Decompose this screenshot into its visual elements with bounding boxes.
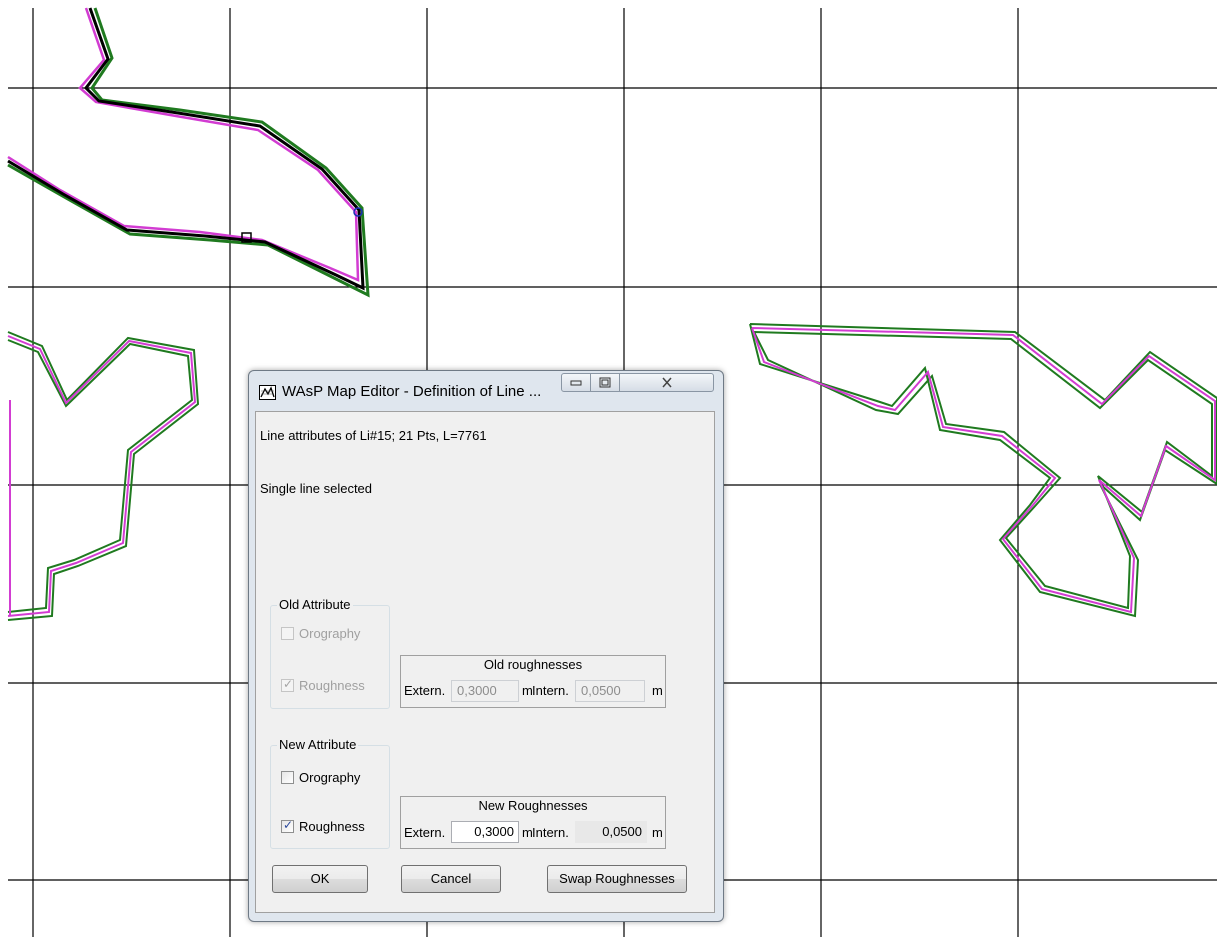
checkmark-icon: ✓ <box>283 677 294 691</box>
old-intern-field: 0,0500 <box>575 680 645 702</box>
new-orography-label: Orography <box>299 770 361 785</box>
maximize-button[interactable] <box>590 373 620 392</box>
close-button[interactable] <box>619 373 714 392</box>
swap-roughnesses-button[interactable]: Swap Roughnesses <box>547 865 687 893</box>
title-bar[interactable]: WAsP Map Editor - Definition of Line ... <box>249 371 723 409</box>
roughness-line-left[interactable] <box>7 331 200 621</box>
selection-status-label: Single line selected <box>260 481 373 496</box>
new-roughness-checkbox[interactable]: ✓ Roughness <box>281 818 365 834</box>
new-roughnesses-box: New Roughnesses Extern. 0,3000 m Intern.… <box>400 796 666 849</box>
new-roughness-label: Roughness <box>299 819 365 834</box>
dialog-client-area: Line attributes of Li#15; 21 Pts, L=7761… <box>255 411 715 913</box>
new-attribute-group: New Attribute Orography ✓ Roughness <box>270 737 390 849</box>
maximize-icon <box>599 377 611 388</box>
minimize-icon <box>570 380 582 385</box>
cancel-button[interactable]: Cancel <box>401 865 501 893</box>
new-intern-label: Intern. <box>532 825 569 840</box>
old-attribute-title: Old Attribute <box>277 597 353 612</box>
new-attribute-title: New Attribute <box>277 737 359 752</box>
roughness-line-right[interactable] <box>749 323 1217 618</box>
old-extern-field: 0,3000 <box>451 680 519 702</box>
wasp-map-icon <box>259 385 276 400</box>
old-extern-label: Extern. <box>404 683 446 698</box>
new-extern-field[interactable]: 0,3000 <box>451 821 519 843</box>
selected-line[interactable] <box>7 7 370 298</box>
old-attribute-group: Old Attribute Orography ✓ Roughness <box>270 597 390 709</box>
old-intern-label: Intern. <box>532 683 569 698</box>
new-intern-field[interactable]: 0,0500 <box>575 821 647 843</box>
new-roughnesses-title: New Roughnesses <box>478 798 588 813</box>
window-title: WAsP Map Editor - Definition of Line ... <box>282 383 542 400</box>
minimize-button[interactable] <box>561 373 591 392</box>
old-orography-label: Orography <box>299 626 361 641</box>
new-extern-label: Extern. <box>404 825 446 840</box>
new-intern-unit: m <box>652 825 663 840</box>
old-roughness-checkbox: ✓ Roughness <box>281 677 365 693</box>
old-roughnesses-title: Old roughnesses <box>483 657 583 672</box>
ok-button[interactable]: OK <box>272 865 368 893</box>
checkmark-icon: ✓ <box>283 818 294 832</box>
line-definition-dialog: WAsP Map Editor - Definition of Line ...… <box>248 370 724 922</box>
close-icon <box>661 377 672 388</box>
old-intern-unit: m <box>652 683 663 698</box>
old-orography-checkbox: Orography <box>281 626 360 641</box>
old-roughnesses-box: Old roughnesses Extern. 0,3000 m Intern.… <box>400 655 666 708</box>
old-roughness-label: Roughness <box>299 678 365 693</box>
line-attributes-label: Line attributes of Li#15; 21 Pts, L=7761 <box>260 428 487 443</box>
new-orography-checkbox[interactable]: Orography <box>281 770 360 785</box>
